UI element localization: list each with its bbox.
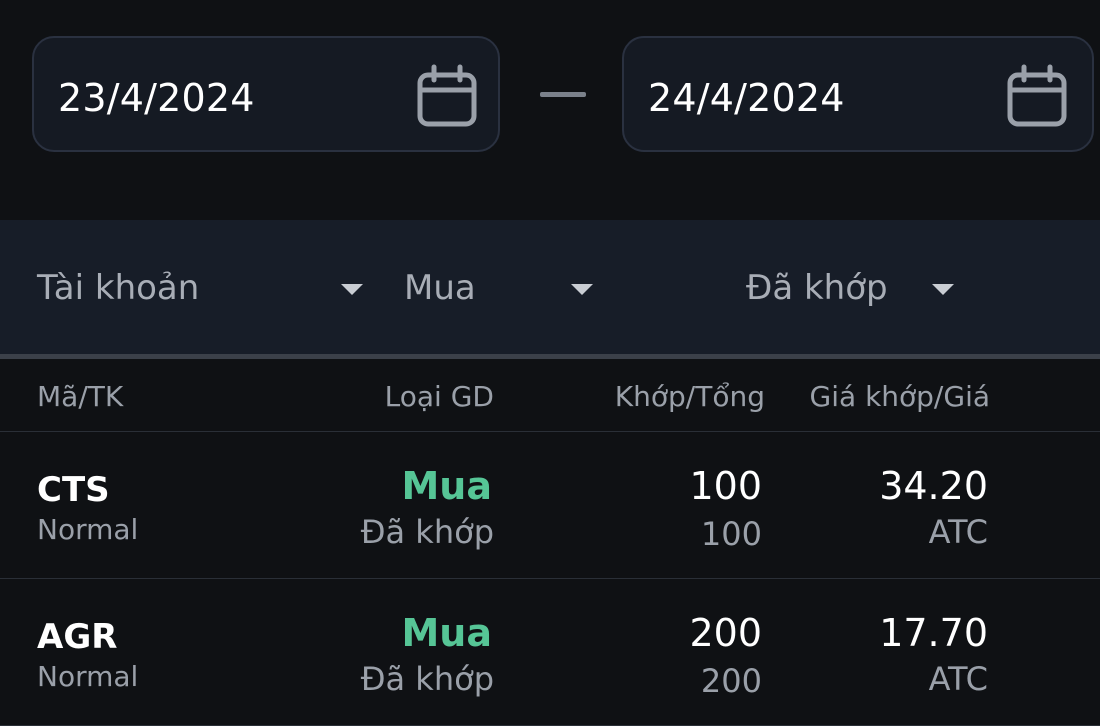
order-side: Mua [401, 611, 492, 655]
caret-down-icon [341, 284, 363, 295]
date-range-section: 23/4/2024 24/4/2024 [0, 0, 1100, 220]
filter-bar: Tài khoản Mua Đã khớp [0, 220, 1100, 359]
caret-down-icon [932, 284, 954, 295]
order-account-type: Normal [37, 660, 139, 693]
side-filter-label: Mua [404, 268, 476, 308]
order-matched-price: 34.20 [879, 464, 988, 508]
order-matched-price: 17.70 [879, 611, 988, 655]
account-filter-dropdown[interactable]: Tài khoản [37, 266, 367, 310]
order-symbol: AGR [37, 617, 118, 657]
order-price-type: ATC [928, 513, 988, 551]
from-date-picker[interactable]: 23/4/2024 [32, 36, 500, 152]
date-range-separator [540, 92, 586, 97]
column-header-order-type: Loại GD [384, 380, 494, 413]
table-row[interactable]: AGR Normal Mua Đã khớp 200 200 17.70 ATC [0, 579, 1100, 726]
column-header-matched-total: Khớp/Tổng [614, 380, 765, 413]
side-filter-dropdown[interactable]: Mua [404, 266, 604, 310]
calendar-icon[interactable] [1006, 64, 1068, 128]
order-matched-qty: 100 [689, 464, 762, 508]
order-status: Đã khớp [360, 513, 494, 551]
order-price-type: ATC [928, 660, 988, 698]
order-account-type: Normal [37, 513, 139, 546]
calendar-icon[interactable] [416, 64, 478, 128]
order-side: Mua [401, 464, 492, 508]
column-header-symbol: Mã/TK [37, 380, 124, 413]
status-filter-dropdown[interactable]: Đã khớp [746, 266, 966, 310]
order-status: Đã khớp [360, 660, 494, 698]
account-filter-label: Tài khoản [37, 268, 200, 308]
table-header: Mã/TK Loại GD Khớp/Tổng Giá khớp/Giá [0, 359, 1100, 432]
caret-down-icon [571, 284, 593, 295]
table-row[interactable]: CTS Normal Mua Đã khớp 100 100 34.20 ATC [0, 432, 1100, 579]
to-date-value: 24/4/2024 [648, 76, 845, 120]
order-total-qty: 200 [700, 662, 762, 700]
order-symbol: CTS [37, 470, 110, 510]
column-header-price: Giá khớp/Giá [809, 380, 990, 413]
from-date-value: 23/4/2024 [58, 76, 255, 120]
order-total-qty: 100 [700, 515, 762, 553]
order-matched-qty: 200 [689, 611, 762, 655]
status-filter-label: Đã khớp [746, 268, 888, 308]
to-date-picker[interactable]: 24/4/2024 [622, 36, 1094, 152]
